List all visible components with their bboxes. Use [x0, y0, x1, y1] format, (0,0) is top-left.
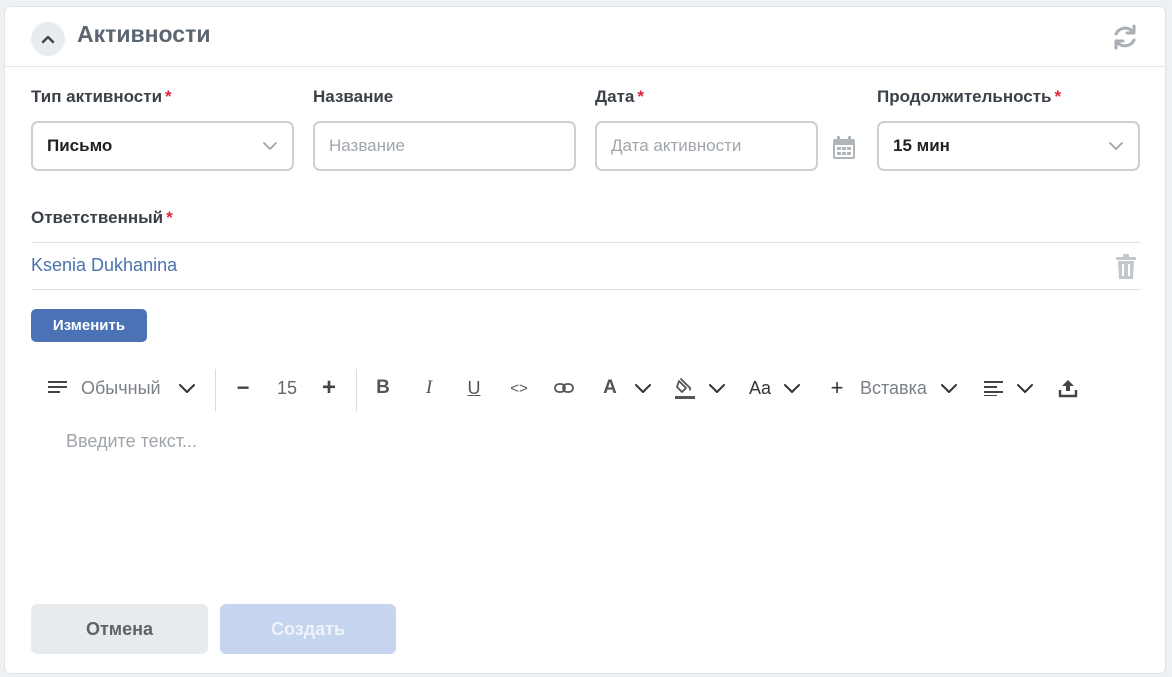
duration-label-text: Продолжительность — [877, 87, 1052, 106]
paragraph-icon[interactable] — [47, 365, 69, 411]
required-mark: * — [166, 208, 173, 227]
chevron-down-icon[interactable] — [1015, 365, 1035, 411]
name-placeholder: Название — [329, 136, 405, 155]
increase-font-button[interactable]: + — [319, 365, 339, 411]
required-mark: * — [637, 87, 644, 106]
required-mark: * — [1054, 87, 1062, 106]
paint-bucket-icon[interactable] — [673, 365, 697, 411]
bold-button[interactable]: B — [373, 365, 393, 411]
divider — [31, 289, 1141, 290]
responsible-user-link[interactable]: Ksenia Dukhanina — [31, 255, 177, 276]
cancel-button[interactable]: Отмена — [31, 604, 208, 654]
name-label: Название — [313, 87, 393, 107]
insert-plus-icon[interactable]: + — [827, 365, 847, 411]
collapse-button[interactable] — [31, 22, 65, 56]
activity-type-label: Тип активности * — [31, 87, 172, 107]
chevron-down-icon — [263, 142, 277, 150]
calendar-icon[interactable] — [831, 135, 857, 161]
align-left-icon[interactable] — [983, 365, 1005, 411]
activity-type-select[interactable]: Письмо — [31, 121, 294, 171]
date-label: Дата * — [595, 87, 644, 107]
name-input[interactable]: Название — [313, 121, 576, 171]
date-label-text: Дата — [595, 87, 635, 106]
code-button[interactable]: <> — [507, 365, 531, 411]
refresh-icon[interactable] — [1111, 23, 1139, 51]
divider — [31, 242, 1141, 243]
toolbar-separator — [356, 369, 357, 411]
chevron-down-icon[interactable] — [939, 365, 959, 411]
responsible-label-text: Ответственный — [31, 208, 164, 227]
editor-text-area[interactable]: Введите текст... — [66, 431, 197, 452]
activity-type-label-text: Тип активности — [31, 87, 163, 106]
chevron-down-icon — [1109, 142, 1123, 150]
trash-icon[interactable] — [1115, 254, 1137, 280]
decrease-font-button[interactable]: − — [233, 365, 253, 411]
date-input[interactable]: Дата активности — [595, 121, 818, 171]
underline-button[interactable]: U — [464, 365, 484, 411]
date-placeholder: Дата активности — [611, 136, 742, 155]
duration-value: 15 мин — [893, 136, 950, 155]
responsible-label: Ответственный * — [31, 208, 173, 228]
chevron-down-icon[interactable] — [177, 365, 197, 411]
name-label-text: Название — [313, 87, 394, 106]
chevron-down-icon[interactable] — [782, 365, 802, 411]
link-icon[interactable] — [553, 365, 575, 411]
activity-type-value: Письмо — [47, 136, 113, 155]
duration-label: Продолжительность * — [877, 87, 1061, 107]
text-case-button[interactable]: Aa — [747, 365, 773, 411]
font-size-value[interactable]: 15 — [275, 365, 299, 411]
insert-menu[interactable]: Вставка — [860, 365, 927, 411]
page-title: Активности — [77, 21, 211, 47]
create-button[interactable]: Создать — [220, 604, 396, 654]
editor-toolbar: Обычный − 15 + B I U <> A Aa + Вставка — [5, 365, 1165, 411]
chevron-down-icon[interactable] — [707, 365, 727, 411]
toolbar-separator — [215, 369, 216, 411]
duration-select[interactable]: 15 мин — [877, 121, 1140, 171]
upload-icon[interactable] — [1057, 365, 1079, 411]
required-mark: * — [165, 87, 172, 106]
change-responsible-button[interactable]: Изменить — [31, 309, 147, 342]
paragraph-style-select[interactable]: Обычный — [81, 365, 161, 411]
chevron-up-icon — [41, 35, 55, 44]
activities-panel: Активности Тип активности * Письмо Назван… — [4, 6, 1166, 674]
italic-button[interactable]: I — [419, 365, 439, 411]
panel-header: Активности — [5, 7, 1165, 67]
font-color-button[interactable]: A — [601, 365, 619, 411]
chevron-down-icon[interactable] — [633, 365, 653, 411]
